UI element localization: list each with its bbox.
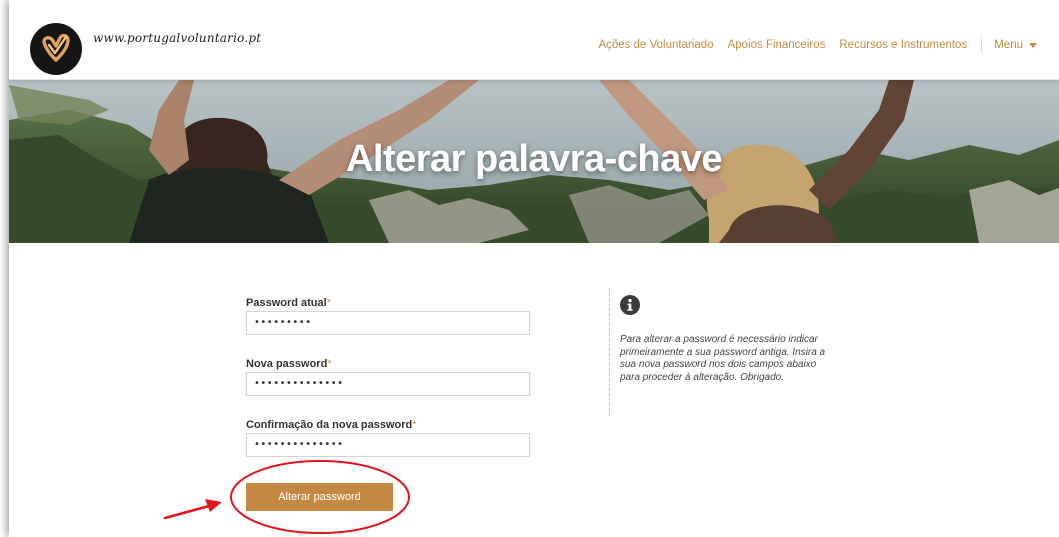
current-password-label-text: Password atual [246,297,327,309]
confirm-password-input[interactable]: •••••••••••••• [246,433,530,457]
current-password-input[interactable]: ••••••••• [246,311,530,335]
info-icon [620,295,640,315]
site-header: www.portugalvoluntario.pt Ações de Volun… [9,0,1059,80]
page-title: Alterar palavra-chave [345,138,723,180]
nav-divider [981,37,983,53]
site-logo[interactable] [30,23,82,75]
page-banner: Alterar palavra-chave [9,80,1059,243]
change-password-button[interactable]: Alterar password [246,483,393,511]
confirm-password-label-text: Confirmação da nova password [246,419,413,431]
info-divider [609,288,610,416]
new-password-input[interactable]: •••••••••••••• [246,372,530,396]
menu-dropdown[interactable]: Menu [994,39,1037,51]
new-password-label-text: Nova password [246,358,328,370]
current-password-label: Password atual* [246,297,331,309]
new-password-label: Nova password* [246,358,332,370]
nav-item-recursos-instrumentos[interactable]: Recursos e Instrumentos [839,39,967,51]
heart-check-logo-icon [42,33,70,62]
annotation-arrow-icon [163,499,222,520]
required-marker: * [412,419,417,431]
caret-down-icon [1029,42,1037,48]
confirm-password-label: Confirmação da nova password* [246,419,417,431]
menu-label: Menu [994,39,1023,51]
required-marker: * [327,358,332,370]
site-name[interactable]: www.portugalvoluntario.pt [93,31,261,45]
nav-item-apoios-financeiros[interactable]: Apoios Financeiros [728,39,826,51]
info-text: Para alterar a password é necessário ind… [620,334,826,383]
nav-item-acoes-voluntariado[interactable]: Ações de Voluntariado [598,39,713,51]
required-marker: * [326,297,331,309]
main-navigation: Ações de Voluntariado Apoios Financeiros… [584,37,1037,53]
browser-page: www.portugalvoluntario.pt Ações de Volun… [9,0,1059,537]
